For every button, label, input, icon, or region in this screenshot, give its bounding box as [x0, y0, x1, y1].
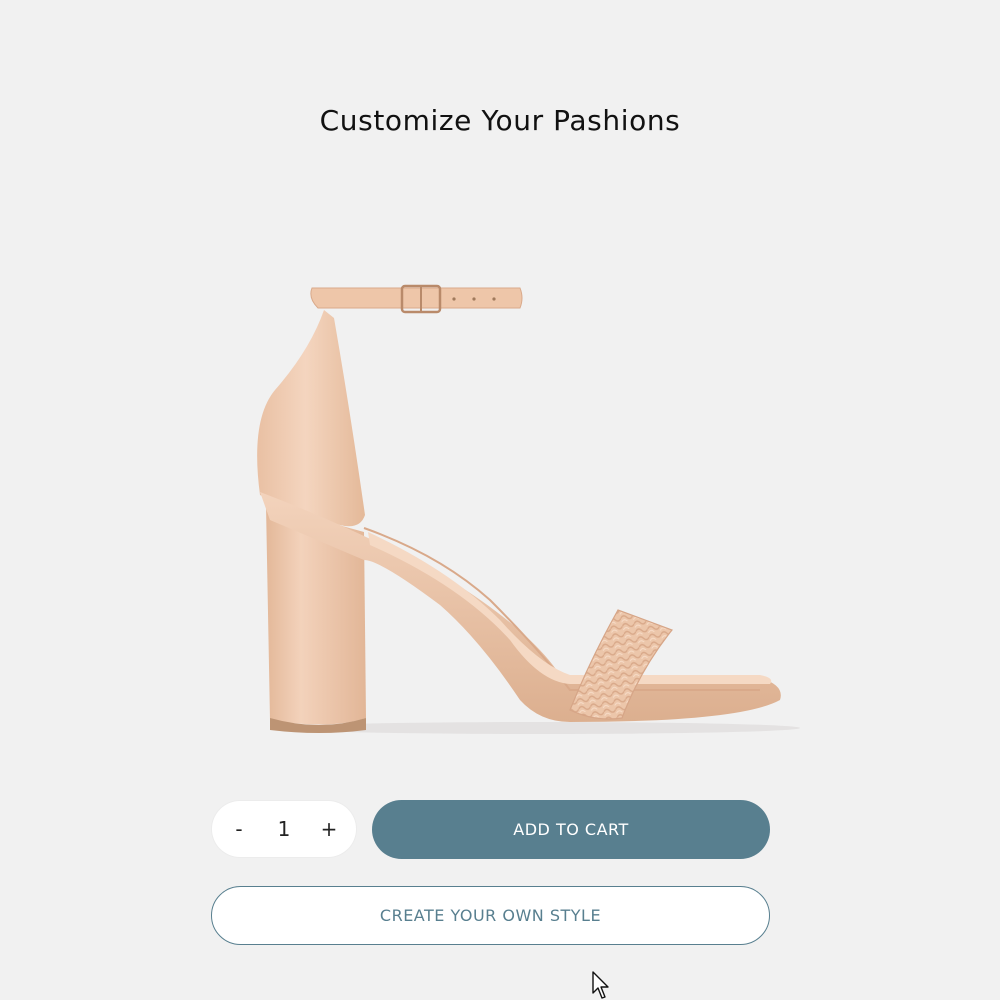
create-your-own-style-button[interactable]: CREATE YOUR OWN STYLE	[211, 886, 770, 945]
product-image	[257, 284, 800, 734]
page-title: Customize Your Pashions	[319, 104, 681, 137]
add-to-cart-button[interactable]: ADD TO CART	[372, 800, 770, 859]
mouse-cursor-icon	[592, 971, 609, 999]
quantity-increment-button[interactable]: +	[314, 814, 344, 844]
quantity-stepper[interactable]: - 1 +	[212, 801, 356, 857]
quantity-decrement-button[interactable]: -	[224, 814, 254, 844]
quantity-value[interactable]: 1	[264, 817, 304, 841]
